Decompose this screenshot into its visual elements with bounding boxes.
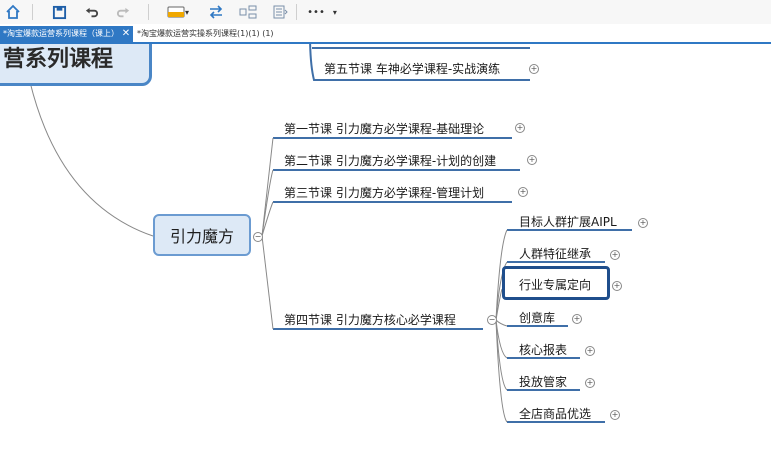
collapse-icon[interactable]: − [487,315,497,325]
layout-icon[interactable] [238,2,258,22]
save-icon[interactable] [50,2,68,22]
subtopic-delivery-manager[interactable]: 投放管家 [519,374,567,390]
lesson-2-topic[interactable]: 第二节课 引力魔方必学课程-计划的创建 [284,153,496,169]
expand-icon[interactable]: + [585,346,595,356]
toolbar: ▾ ••• ▾ [0,0,771,24]
tab-course-active[interactable]: *淘宝爆款运营系列课程（课上） [0,26,133,42]
root-topic[interactable]: 营系列课程 [0,44,152,86]
tab-course-practice[interactable]: *淘宝爆款运营实操系列课程(1)(1) (1) [137,26,297,42]
redo-icon[interactable] [114,2,132,22]
expand-icon[interactable]: + [638,218,648,228]
subtopic-store-product[interactable]: 全店商品优选 [519,406,591,422]
lesson-1-topic[interactable]: 第一节课 引力魔方必学课程-基础理论 [284,121,484,137]
outline-icon[interactable] [270,2,290,22]
more-button[interactable]: ••• ▾ [304,2,340,22]
lesson-4-topic[interactable]: 第四节课 引力魔方核心必学课程 [284,312,456,328]
expand-icon[interactable]: + [610,250,620,260]
more-icon: ••• [307,6,325,18]
dropdown-arrow-icon: ▾ [184,7,189,17]
expand-icon[interactable]: + [529,64,539,74]
top-branch-topic[interactable]: 第五节课 车神必学课程-实战演练 [324,61,500,77]
subtopic-core-report[interactable]: 核心报表 [519,342,567,358]
topic-style-icon[interactable]: ▾ [162,2,194,22]
expand-icon[interactable]: + [610,410,620,420]
swap-icon[interactable] [206,2,226,22]
main-topic[interactable]: 引力魔方 [153,214,251,256]
mindmap-connectors [29,44,632,423]
subtopic-crowd-inherit[interactable]: 人群特征继承 [519,246,591,262]
dropdown-arrow-icon: ▾ [332,7,337,17]
subtopic-aipl[interactable]: 目标人群扩展AIPL [519,214,617,230]
tab-label: *淘宝爆款运营实操系列课程(1)(1) (1) [137,29,274,38]
tab-bar: *淘宝爆款运营系列课程（课上） ✕ *淘宝爆款运营实操系列课程(1)(1) (1… [0,26,771,44]
expand-icon[interactable]: + [518,187,528,197]
subtopic-industry-targeting[interactable]: 行业专属定向 [519,277,591,293]
undo-icon[interactable] [82,2,100,22]
collapse-icon[interactable]: − [253,232,263,242]
expand-icon[interactable]: + [515,123,525,133]
tab-label: *淘宝爆款运营系列课程（课上） [3,29,119,38]
lesson-3-topic[interactable]: 第三节课 引力魔方必学课程-管理计划 [284,185,484,201]
expand-icon[interactable]: + [572,314,582,324]
close-icon[interactable]: ✕ [120,26,132,42]
expand-icon[interactable]: + [612,281,622,291]
subtopic-creative-library[interactable]: 创意库 [519,310,555,326]
home-icon[interactable] [4,2,22,22]
mindmap-canvas[interactable]: 营系列课程 第五节课 车神必学课程-实战演练 + 引力魔方 − 第一节课 引力魔… [0,44,771,475]
expand-icon[interactable]: + [585,378,595,388]
expand-icon[interactable]: + [527,155,537,165]
main-topic-label: 引力魔方 [169,227,234,246]
root-topic-label: 营系列课程 [3,47,114,72]
